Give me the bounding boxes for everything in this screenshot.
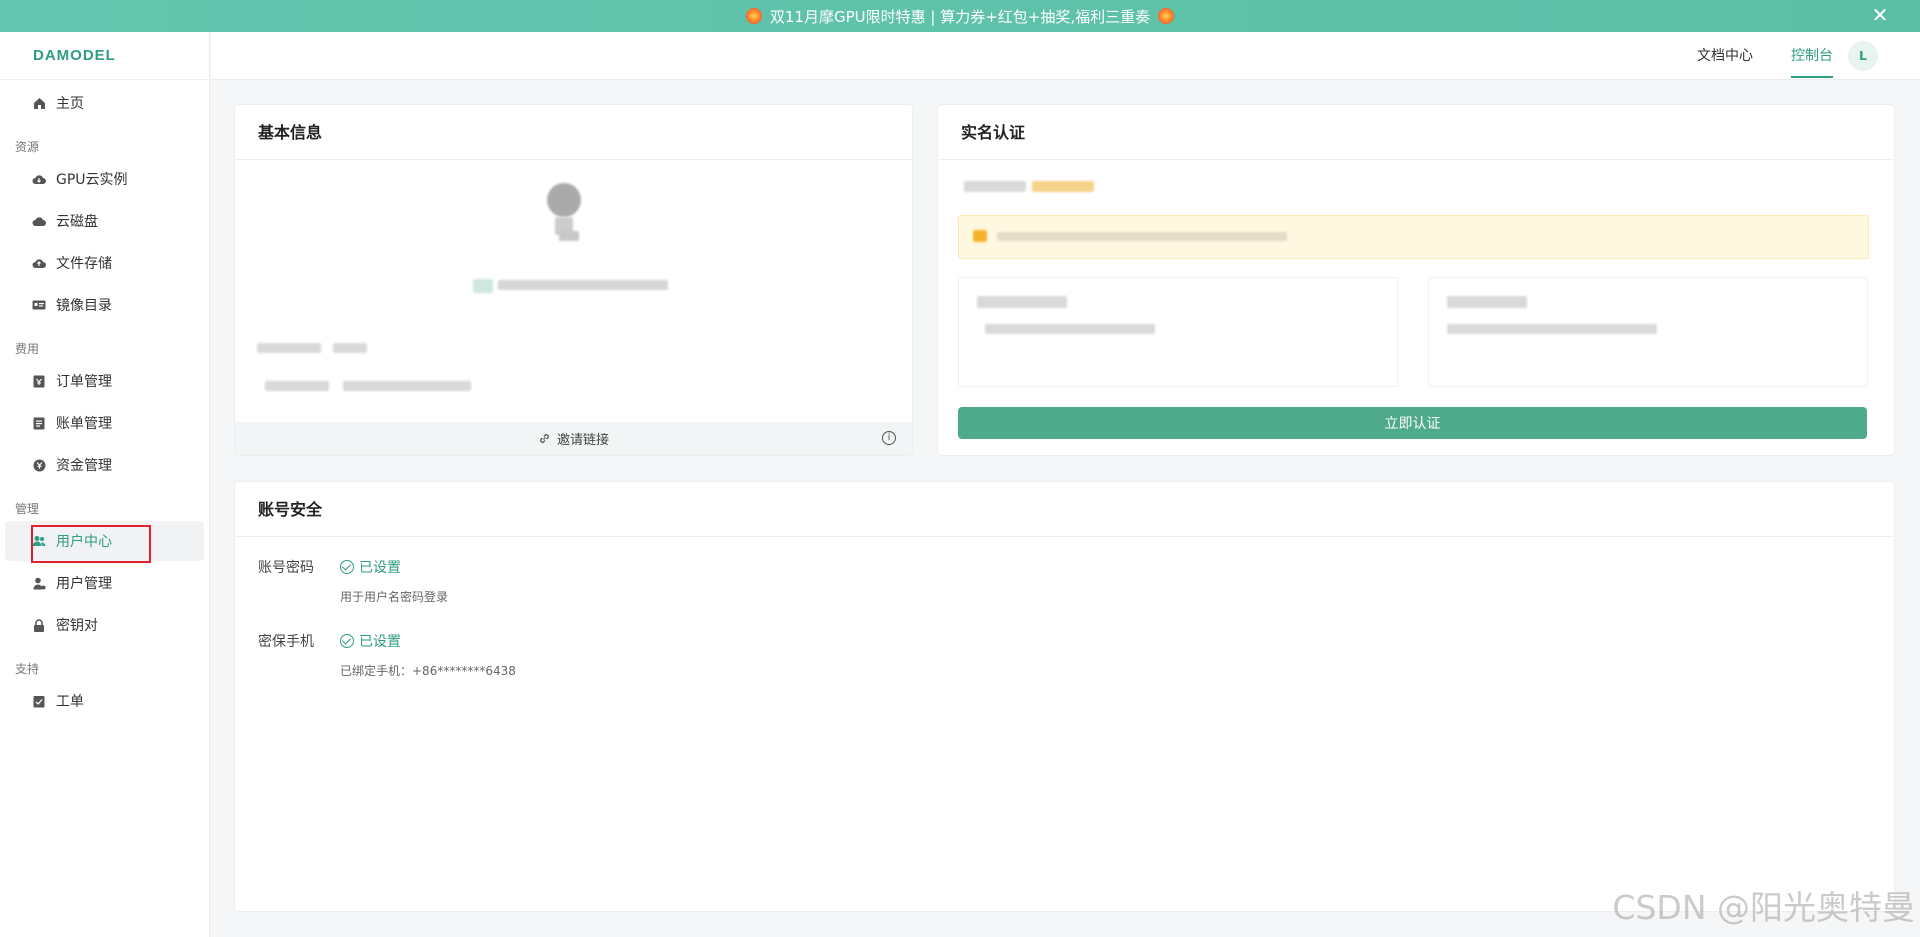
password-status: 已设置 (340, 557, 401, 577)
basic-info-card: 基本信息 邀请链接 i (234, 104, 913, 456)
cloud-disk-icon (32, 214, 46, 228)
promo-banner[interactable]: 双11月摩GPU限时特惠 | 算力券+红包+抽奖,福利三重奏 ✕ (0, 0, 1920, 32)
warning-icon (973, 230, 987, 242)
redacted-field (265, 381, 329, 391)
user-settings-icon (32, 576, 46, 590)
docs-link[interactable]: 文档中心 (1697, 32, 1753, 80)
sidebar-item-file-storage[interactable]: 文件存储 (5, 243, 204, 283)
sidebar-item-label: 主页 (56, 96, 84, 112)
redacted-status-badge (1032, 181, 1094, 192)
verify-option-enterprise[interactable] (1428, 277, 1868, 387)
lock-icon (32, 618, 46, 632)
password-desc: 用于用户名密码登录 (340, 590, 449, 604)
sidebar-item-key-pairs[interactable]: 密钥对 (5, 605, 204, 645)
sidebar-item-label: 账单管理 (56, 416, 112, 432)
sidebar-item-home[interactable]: 主页 (5, 83, 204, 123)
sidebar-group-billing: 费用 (15, 342, 40, 356)
redacted-option-title (1447, 296, 1527, 308)
notice-box (958, 215, 1869, 259)
sidebar-item-cloud-disk[interactable]: 云磁盘 (5, 201, 204, 241)
sidebar-item-label: 资金管理 (56, 458, 112, 474)
sidebar-item-image-catalog[interactable]: 镜像目录 (5, 285, 204, 325)
sidebar-item-user-center[interactable]: 用户中心 (5, 521, 204, 563)
explosion-icon (745, 8, 762, 24)
explosion-icon (1158, 8, 1175, 24)
banner-text: 双11月摩GPU限时特惠 | 算力券+红包+抽奖,福利三重奏 (769, 7, 1151, 26)
sidebar-item-funds[interactable]: 资金管理 (5, 445, 204, 485)
close-icon[interactable]: ✕ (1870, 5, 1890, 26)
redacted-status (964, 181, 1026, 192)
check-circle-icon (340, 634, 354, 648)
verify-now-button[interactable]: 立即认证 (958, 407, 1867, 439)
cloud-icon (32, 172, 46, 186)
redacted-option-desc (985, 324, 1155, 334)
sidebar-item-label: 密钥对 (56, 618, 98, 634)
redacted-option-desc (1447, 324, 1657, 334)
invite-link-bar[interactable]: 邀请链接 i (235, 422, 912, 455)
account-security-title: 账号安全 (235, 482, 1894, 537)
sidebar-group-resources: 资源 (15, 140, 40, 154)
ticket-icon (32, 694, 46, 708)
sidebar-item-orders[interactable]: 订单管理 (5, 361, 204, 401)
phone-status: 已设置 (340, 631, 401, 651)
phone-label: 密保手机 (258, 634, 314, 650)
sidebar-item-label: 订单管理 (56, 374, 112, 390)
check-circle-icon (340, 560, 354, 574)
sidebar-item-label: 工单 (56, 694, 84, 710)
sidebar-item-bills[interactable]: 账单管理 (5, 403, 204, 443)
link-icon (538, 432, 551, 445)
sidebar-item-label: GPU云实例 (56, 172, 128, 188)
status-text: 已设置 (359, 560, 401, 576)
sidebar-item-label: 用户管理 (56, 576, 112, 592)
invite-link-label: 邀请链接 (556, 433, 609, 448)
sidebar-group-management: 管理 (15, 502, 40, 516)
phone-desc: 已绑定手机：+86********6438 (340, 664, 516, 678)
home-icon (32, 96, 46, 110)
real-name-card: 实名认证 立即认证 (937, 104, 1895, 456)
user-avatar-blurred (547, 183, 581, 217)
redacted-block (559, 231, 579, 241)
redacted-option-title (977, 296, 1067, 308)
password-label: 账号密码 (258, 560, 314, 576)
sidebar-item-user-management[interactable]: 用户管理 (5, 563, 204, 603)
selection-highlight-box (31, 525, 151, 563)
redacted-field (257, 343, 321, 353)
sidebar-item-tickets[interactable]: 工单 (5, 681, 204, 721)
bill-icon (32, 416, 46, 430)
info-icon[interactable]: i (882, 431, 896, 445)
redacted-notice-text (997, 232, 1287, 241)
real-name-title: 实名认证 (938, 105, 1894, 160)
brand-logo[interactable]: DAMODEL (0, 32, 209, 80)
status-text: 已设置 (359, 634, 401, 650)
sidebar-group-support: 支持 (15, 662, 40, 676)
top-bar: 文档中心 控制台 L (211, 32, 1920, 80)
console-link[interactable]: 控制台 (1791, 32, 1833, 80)
sidebar-item-label: 云磁盘 (56, 214, 98, 230)
csdn-watermark: CSDN @阳光奥特曼 (1612, 888, 1915, 927)
redacted-field (333, 343, 367, 353)
redacted-field (343, 381, 471, 391)
account-security-card: 账号安全 账号密码 已设置 用于用户名密码登录 密保手机 已设置 已绑定手机：+… (234, 481, 1895, 912)
yuan-coin-icon (32, 458, 46, 472)
redacted-block (473, 279, 493, 293)
redacted-username (498, 280, 668, 290)
cloud-upload-icon (32, 256, 46, 270)
order-icon (32, 374, 46, 388)
avatar[interactable]: L (1848, 41, 1878, 71)
basic-info-title: 基本信息 (235, 105, 912, 160)
sidebar-item-label: 镜像目录 (56, 298, 112, 314)
sidebar: DAMODEL 主页 资源 GPU云实例 云磁盘 文件存储 镜像目录 费用 订单… (0, 32, 210, 937)
verify-option-personal[interactable] (958, 277, 1398, 387)
sidebar-item-gpu-instance[interactable]: GPU云实例 (5, 159, 204, 199)
sidebar-item-label: 文件存储 (56, 256, 112, 272)
image-catalog-icon (32, 298, 46, 312)
